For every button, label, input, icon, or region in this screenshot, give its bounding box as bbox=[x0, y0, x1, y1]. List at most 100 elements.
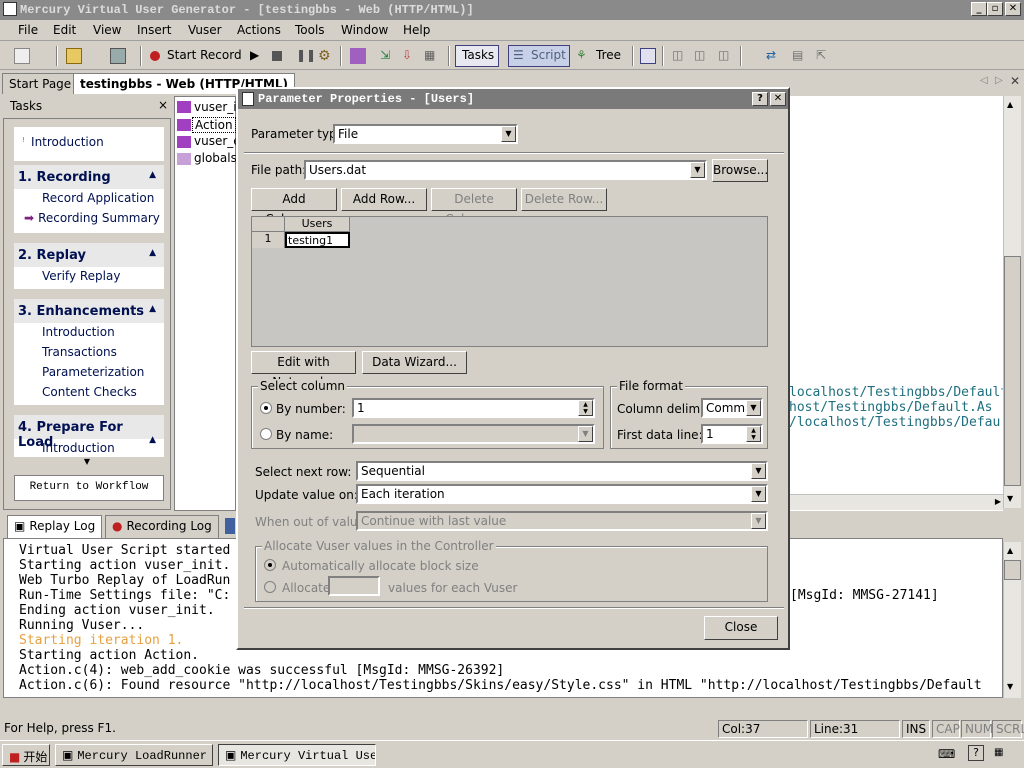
log-vertical-scrollbar[interactable]: ▲ ▼ bbox=[1003, 542, 1021, 698]
allocate-radio[interactable] bbox=[264, 581, 276, 593]
menu-window[interactable]: Window bbox=[341, 23, 388, 37]
maximize-button[interactable]: ▫ bbox=[987, 2, 1003, 16]
grid-cell[interactable]: testing1 bbox=[285, 232, 350, 248]
parameter-type-select[interactable]: File ▼ bbox=[333, 124, 518, 144]
layout-icon-2[interactable]: ◫ bbox=[694, 48, 710, 64]
tab-replay-log[interactable]: ▣ Replay Log bbox=[7, 515, 103, 538]
compile-icon[interactable]: ⇩ bbox=[402, 48, 418, 64]
task-recording-summary[interactable]: ➡ Recording Summary bbox=[14, 209, 164, 229]
tab-scroll-left-icon[interactable]: ◁ bbox=[980, 75, 988, 86]
tasks-button[interactable]: Tasks bbox=[462, 48, 494, 62]
task-verify-replay[interactable]: Verify Replay bbox=[14, 267, 164, 287]
script-editor[interactable]: localhost/Testingbbs/Default host/Testin… bbox=[789, 96, 1008, 511]
out-of-values-select[interactable]: Continue with last value ▼ bbox=[356, 511, 768, 531]
editor-vertical-scrollbar[interactable]: ▲ ▼ bbox=[1003, 96, 1021, 508]
add-column-button[interactable]: Add Column... bbox=[251, 188, 337, 226]
update-value-select[interactable]: Each iteration ▼ bbox=[356, 484, 768, 504]
new-icon[interactable] bbox=[14, 48, 30, 64]
layout-icon-1[interactable]: ◫ bbox=[672, 48, 688, 64]
minimize-button[interactable]: _ bbox=[971, 2, 987, 16]
export-icon[interactable]: ⇱ bbox=[816, 48, 832, 64]
start-button[interactable]: ■ 开始 bbox=[2, 744, 50, 766]
menu-insert[interactable]: Insert bbox=[137, 23, 171, 37]
log-tab-icon[interactable] bbox=[225, 518, 235, 534]
settings-gear-icon[interactable]: ⚙ bbox=[318, 48, 334, 64]
section-header[interactable]: 3. Enhancements ▲ bbox=[14, 299, 164, 323]
sync-icon[interactable]: ⇄ bbox=[766, 48, 782, 64]
return-to-workflow-button[interactable]: Return to Workflow bbox=[14, 475, 164, 501]
play-icon[interactable]: ▶ bbox=[250, 48, 266, 64]
vuser-init-icon bbox=[177, 101, 191, 113]
first-data-line-stepper[interactable]: 1 ▲ ▼ bbox=[701, 424, 763, 444]
tab-scroll-right-icon[interactable]: ▷ bbox=[995, 75, 1003, 86]
add-row-button[interactable]: Add Row... bbox=[341, 188, 427, 211]
delete-row-button[interactable]: Delete Row... bbox=[521, 188, 607, 211]
grid-corner bbox=[252, 217, 285, 232]
task-parameterization[interactable]: Parameterization bbox=[14, 363, 164, 383]
menu-file[interactable]: File bbox=[18, 23, 38, 37]
menu-vuser[interactable]: Vuser bbox=[188, 23, 222, 37]
auto-allocate-radio[interactable] bbox=[264, 559, 276, 571]
layout-icon-3[interactable]: ◫ bbox=[718, 48, 734, 64]
task-introduction[interactable]: ꜝ Introduction bbox=[14, 133, 164, 153]
dialog-close-button[interactable]: ✕ bbox=[770, 92, 786, 106]
divider bbox=[244, 152, 784, 154]
grid-column-header[interactable]: Users bbox=[285, 217, 350, 232]
column-delimiter-select[interactable]: Comma ▼ bbox=[701, 398, 763, 418]
record-icon[interactable] bbox=[150, 51, 160, 61]
script-view-button[interactable]: Script bbox=[531, 48, 566, 62]
taskbar-loadrunner[interactable]: ▣Mercury LoadRunner 8.1 bbox=[55, 744, 213, 766]
data-wizard-button[interactable]: Data Wizard... bbox=[362, 351, 467, 374]
delete-column-button[interactable]: Delete Column... bbox=[431, 188, 517, 226]
menu-edit[interactable]: Edit bbox=[53, 23, 76, 37]
network-tray-icon[interactable]: ▦ bbox=[994, 747, 1003, 758]
task-record-application[interactable]: Record Application bbox=[14, 189, 164, 209]
function-icon[interactable]: ▦ bbox=[424, 48, 440, 64]
menu-help[interactable]: Help bbox=[403, 23, 430, 37]
menu-actions[interactable]: Actions bbox=[237, 23, 281, 37]
section-header[interactable]: 4. Prepare For Load ▲ bbox=[14, 415, 164, 450]
tab-recording-log[interactable]: ● Recording Log bbox=[105, 515, 219, 538]
scroll-down-icon: ▼ bbox=[1007, 494, 1014, 503]
select-next-row-select[interactable]: Sequential ▼ bbox=[356, 461, 768, 481]
save-icon[interactable] bbox=[110, 48, 126, 64]
menu-view[interactable]: View bbox=[93, 23, 121, 37]
column-number-stepper[interactable]: 1 ▲ ▼ bbox=[352, 398, 595, 418]
keyboard-tray-icon[interactable]: ⌨ bbox=[938, 747, 955, 761]
pause-icon[interactable]: ❚❚ bbox=[296, 48, 316, 64]
grid-row-header[interactable]: 1 bbox=[252, 232, 285, 248]
calendar-icon[interactable]: ▤ bbox=[792, 48, 808, 64]
parameter-icon[interactable] bbox=[350, 48, 366, 64]
editor-horizontal-scrollbar[interactable]: ▶ bbox=[789, 494, 1003, 510]
tree-item-action[interactable]: Action bbox=[192, 117, 236, 133]
output-window-icon[interactable] bbox=[640, 48, 656, 64]
insert-step-icon[interactable]: ⇲ bbox=[380, 48, 396, 64]
tasks-close-icon[interactable]: × bbox=[158, 98, 168, 112]
by-name-radio[interactable] bbox=[260, 428, 272, 440]
close-window-button[interactable]: ✕ bbox=[1005, 2, 1021, 16]
task-transactions[interactable]: Transactions bbox=[14, 343, 164, 363]
browse-button[interactable]: Browse... bbox=[712, 159, 768, 182]
help-tray-icon[interactable]: ? bbox=[968, 745, 984, 761]
start-record-button[interactable]: Start Record bbox=[167, 48, 242, 62]
app-icon[interactable] bbox=[3, 2, 17, 16]
allocate-count-input[interactable] bbox=[328, 576, 380, 596]
close-button[interactable]: Close bbox=[704, 616, 778, 640]
task-enh-introduction[interactable]: Introduction bbox=[14, 323, 164, 343]
by-number-radio[interactable] bbox=[260, 402, 272, 414]
tab-start-page[interactable]: Start Page bbox=[2, 73, 79, 94]
edit-with-notepad-button[interactable]: Edit with Notepad... bbox=[251, 351, 356, 389]
tree-view-button[interactable]: Tree bbox=[596, 48, 621, 62]
taskbar-vugen[interactable]: ▣Mercury Virtual Use... bbox=[218, 744, 376, 766]
section-header[interactable]: 2. Replay ▲ bbox=[14, 243, 164, 267]
open-folder-icon[interactable] bbox=[66, 48, 82, 64]
section-header[interactable]: 1. Recording ▲ bbox=[14, 165, 164, 189]
stop-icon[interactable] bbox=[272, 51, 282, 61]
tab-close-icon[interactable]: ✕ bbox=[1010, 74, 1020, 88]
task-content-checks[interactable]: Content Checks bbox=[14, 383, 164, 403]
dialog-help-button[interactable]: ? bbox=[752, 92, 768, 106]
file-path-input[interactable]: Users.dat ▼ bbox=[304, 160, 707, 180]
column-name-select[interactable]: ▼ bbox=[352, 424, 595, 444]
menu-tools[interactable]: Tools bbox=[295, 23, 325, 37]
tasks-scroll-down-icon[interactable]: ▼ bbox=[4, 457, 170, 467]
